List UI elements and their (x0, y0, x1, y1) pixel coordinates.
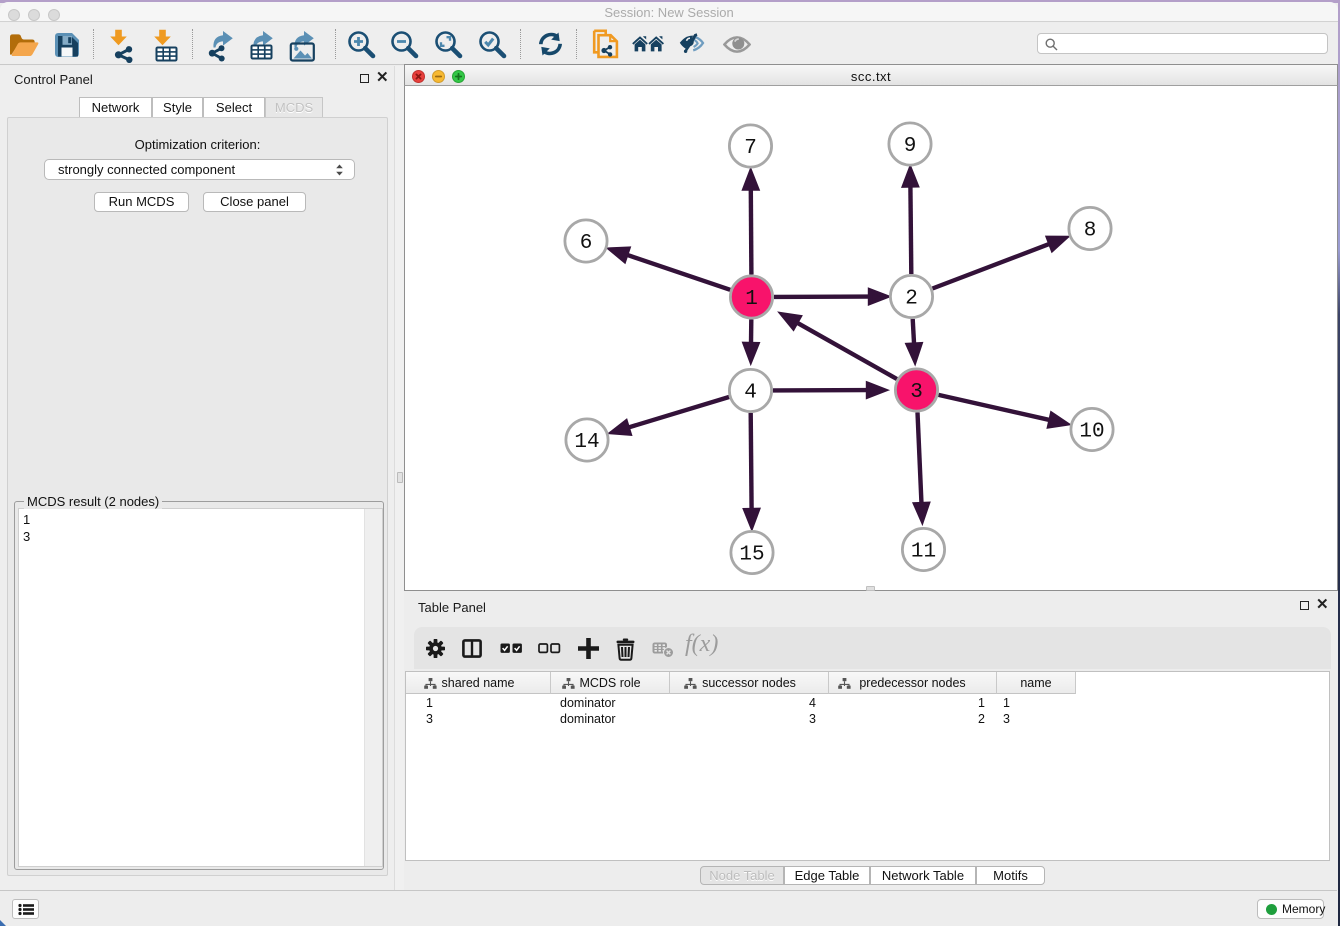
svg-text:11: 11 (911, 541, 936, 564)
svg-text:1: 1 (745, 288, 758, 311)
svg-text:15: 15 (739, 544, 764, 567)
svg-text:6: 6 (580, 232, 593, 255)
svg-text:3: 3 (910, 381, 923, 404)
svg-text:4: 4 (744, 382, 757, 405)
svg-text:14: 14 (574, 431, 599, 454)
svg-text:7: 7 (744, 137, 757, 160)
svg-text:8: 8 (1084, 220, 1097, 243)
svg-text:10: 10 (1079, 421, 1104, 444)
svg-text:2: 2 (905, 288, 918, 311)
svg-text:9: 9 (904, 135, 917, 158)
